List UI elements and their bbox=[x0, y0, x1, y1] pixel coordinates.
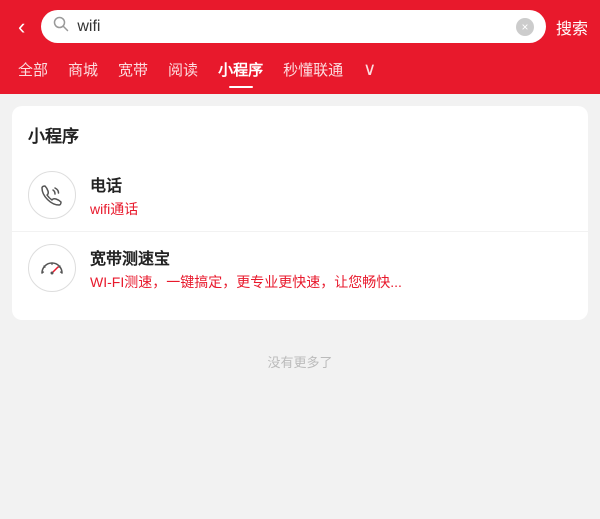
phone-wifi-info: 电话 wifi通话 bbox=[90, 172, 572, 219]
list-item-phone-wifi[interactable]: 电话 wifi通话 bbox=[12, 159, 588, 232]
tab-miniapp[interactable]: 小程序 bbox=[208, 53, 273, 86]
tab-all[interactable]: 全部 bbox=[8, 53, 58, 86]
search-bar: wifi × bbox=[41, 10, 546, 43]
tab-reading[interactable]: 阅读 bbox=[158, 53, 208, 86]
phone-wifi-title: 电话 bbox=[90, 172, 572, 196]
no-more-label: 没有更多了 bbox=[12, 332, 588, 381]
more-icon[interactable]: ∨ bbox=[355, 53, 384, 86]
search-input[interactable]: wifi bbox=[77, 18, 508, 36]
speedometer-icon bbox=[28, 244, 76, 292]
phone-wifi-subtitle: wifi通话 bbox=[90, 199, 572, 219]
speedtest-title: 宽带测速宝 bbox=[90, 245, 572, 269]
section-card: 小程序 电话 wifi通话 bbox=[12, 106, 588, 320]
back-button[interactable]: ‹ bbox=[12, 12, 31, 42]
search-icon bbox=[53, 16, 69, 37]
section-title: 小程序 bbox=[12, 122, 588, 159]
search-button[interactable]: 搜索 bbox=[556, 15, 588, 39]
content-area: 小程序 电话 wifi通话 bbox=[0, 94, 600, 515]
phone-wifi-icon bbox=[28, 171, 76, 219]
nav-tabs: 全部 商城 宽带 阅读 小程序 秒懂联通 ∨ bbox=[0, 53, 600, 94]
clear-icon[interactable]: × bbox=[516, 18, 534, 36]
speedtest-info: 宽带测速宝 WI-FI测速，一键搞定，更专业更快速，让您畅快... bbox=[90, 245, 572, 292]
list-item-speedtest[interactable]: 宽带测速宝 WI-FI测速，一键搞定，更专业更快速，让您畅快... bbox=[12, 232, 588, 304]
tab-broadband[interactable]: 宽带 bbox=[108, 53, 158, 86]
tab-mall[interactable]: 商城 bbox=[58, 53, 108, 86]
speedtest-subtitle: WI-FI测速，一键搞定，更专业更快速，让您畅快... bbox=[90, 272, 572, 292]
header: ‹ wifi × 搜索 bbox=[0, 0, 600, 53]
tab-smart[interactable]: 秒懂联通 bbox=[273, 53, 353, 86]
